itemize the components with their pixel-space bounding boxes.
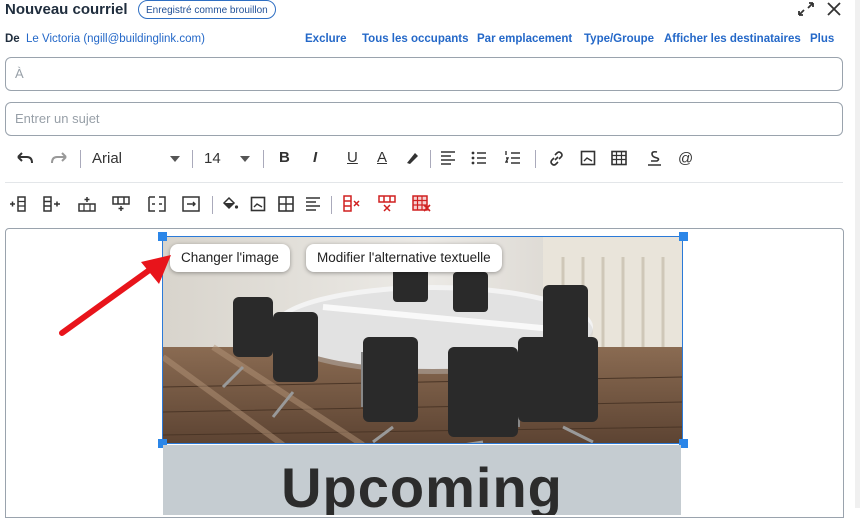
bold-button[interactable]: B — [279, 149, 290, 166]
highlight-icon[interactable] — [404, 150, 420, 166]
clear-format-icon[interactable] — [645, 149, 663, 167]
all-occupants-link[interactable]: Tous les occupants — [362, 33, 469, 45]
align-left-icon[interactable] — [440, 150, 456, 166]
insert-image-icon[interactable] — [580, 150, 596, 166]
draft-status-badge: Enregistré comme brouillon — [138, 0, 276, 19]
type-group-link[interactable]: Type/Groupe — [584, 33, 654, 45]
cell-image-icon[interactable] — [250, 196, 266, 212]
resize-handle-top-right[interactable] — [679, 232, 688, 241]
expand-icon[interactable] — [796, 0, 816, 18]
more-link[interactable]: Plus — [810, 33, 834, 45]
subject-input[interactable]: Entrer un sujet — [5, 102, 843, 136]
insert-row-before-icon[interactable] — [78, 196, 96, 212]
underline-button[interactable]: U — [347, 149, 358, 166]
exclude-link[interactable]: Exclure — [305, 33, 347, 45]
undo-icon[interactable] — [16, 151, 34, 165]
edit-alt-text-button[interactable]: Modifier l'alternative textuelle — [306, 244, 502, 272]
banner-heading: Upcoming — [281, 456, 563, 515]
by-location-link[interactable]: Par emplacement — [477, 33, 572, 45]
split-cells-icon[interactable] — [182, 196, 200, 212]
numbered-list-icon[interactable] — [505, 150, 521, 166]
show-recipients-link[interactable]: Afficher les destinataires — [664, 33, 801, 45]
bullet-list-icon[interactable] — [471, 150, 487, 166]
cell-fill-icon[interactable] — [221, 195, 239, 212]
redo-icon[interactable] — [50, 151, 68, 165]
insert-table-icon[interactable] — [611, 150, 627, 166]
merge-cells-icon[interactable] — [148, 196, 166, 212]
newsletter-banner: Upcoming — [163, 445, 681, 515]
delete-table-icon[interactable] — [412, 195, 431, 212]
link-icon[interactable] — [548, 150, 565, 167]
font-size-select[interactable]: 14 — [204, 150, 221, 167]
delete-column-icon[interactable] — [343, 195, 361, 212]
insert-column-before-icon[interactable] — [9, 196, 27, 212]
page-title: Nouveau courriel — [5, 1, 128, 18]
italic-button[interactable]: I — [313, 149, 317, 166]
delete-row-icon[interactable] — [378, 195, 396, 212]
table-borders-icon[interactable] — [278, 196, 294, 212]
annotation-arrow-icon — [59, 255, 171, 336]
window-edge — [855, 0, 860, 508]
insert-column-after-icon[interactable] — [43, 196, 61, 212]
cell-align-icon[interactable] — [305, 196, 321, 212]
font-color-button[interactable]: A — [377, 149, 387, 166]
chevron-down-icon[interactable] — [240, 156, 250, 162]
to-field[interactable]: À — [5, 57, 843, 91]
close-icon[interactable] — [825, 0, 843, 18]
insert-row-after-icon[interactable] — [112, 196, 130, 212]
from-label: De — [5, 33, 20, 45]
chevron-down-icon[interactable] — [170, 156, 180, 162]
special-character-button[interactable]: @ — [678, 150, 693, 167]
change-image-button[interactable]: Changer l'image — [170, 244, 290, 272]
resize-handle-top-left[interactable] — [158, 232, 167, 241]
from-sender[interactable]: Le Victoria (ngill@buildinglink.com) — [26, 33, 205, 45]
font-family-select[interactable]: Arial — [92, 150, 122, 167]
